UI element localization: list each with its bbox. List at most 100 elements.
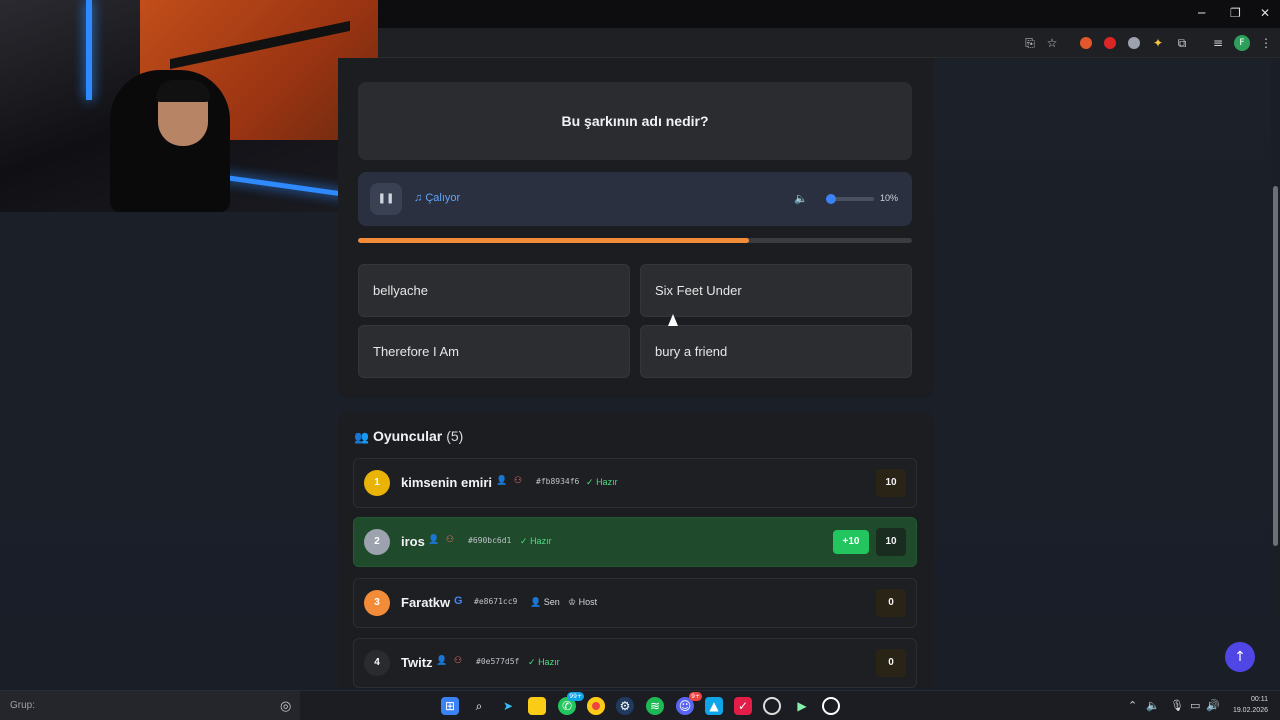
rank-badge: 1: [364, 470, 390, 496]
extension-red-icon[interactable]: [1104, 37, 1116, 49]
volume-knob[interactable]: [825, 194, 836, 204]
answer-option-2[interactable]: Six Feet Under: [640, 264, 912, 317]
windows-start-icon[interactable]: ⊞: [441, 697, 459, 715]
group-field[interactable]: Grup:: [0, 691, 300, 720]
install-app-icon[interactable]: ⎘: [1022, 35, 1038, 51]
clock-date: 19.02.2026: [1232, 707, 1268, 714]
browser-toolbar: ⎘ ☆ ✦ ⧉ ≡ F ⋮: [378, 28, 1280, 58]
players-header: 👥 Oyuncular (5): [354, 428, 463, 444]
player-score: 0: [876, 589, 906, 617]
player-name: kimsenin emiri: [401, 475, 493, 490]
music-note-icon: ♫: [414, 192, 423, 204]
player-id: #0e577d5f: [476, 657, 520, 666]
player-name: Twitz: [401, 655, 433, 670]
menu-kebab-icon[interactable]: ⋮: [1258, 35, 1274, 51]
ready-label: Hazır: [530, 536, 552, 546]
players-count: (5): [446, 428, 464, 444]
ready-label: Hazır: [538, 657, 560, 667]
chat-bubble-icon[interactable]: ◎: [280, 699, 291, 714]
tray-chevron-icon[interactable]: ⌃: [1128, 699, 1137, 712]
song-progress-bar: [358, 238, 912, 243]
bookmark-star-icon[interactable]: ☆: [1044, 35, 1060, 51]
player-name: Faratkw: [401, 595, 451, 610]
song-progress-fill: [358, 238, 750, 243]
player-row: 4 Twitz 👤 ⚇ #0e577d5f ✓ Hazır 0: [353, 638, 917, 688]
search-icon[interactable]: ⌕: [470, 697, 488, 715]
volume-slider[interactable]: [825, 194, 874, 204]
extension-leaf-icon[interactable]: ✦: [1150, 35, 1166, 51]
media-control-icon[interactable]: ≡: [1210, 35, 1226, 51]
scroll-to-top-button[interactable]: ↑: [1225, 642, 1255, 672]
answer-option-1[interactable]: bellyache: [358, 264, 630, 317]
streamlabs-icon[interactable]: ▶: [793, 697, 811, 715]
clock-time: 00:11: [1251, 696, 1268, 703]
chrome-icon[interactable]: [587, 697, 605, 715]
system-clock[interactable]: 00:11 19.02.2026: [1228, 694, 1268, 716]
telegram-icon[interactable]: ➤: [499, 697, 517, 715]
answer-label: bellyache: [373, 283, 428, 298]
speaker-icon[interactable]: 🔈: [794, 192, 808, 205]
steam-icon[interactable]: ⚙: [616, 697, 634, 715]
volume-percent: 10%: [880, 193, 899, 203]
spotify-icon[interactable]: ≋: [646, 697, 664, 715]
obs-icon[interactable]: [763, 697, 781, 715]
answer-option-3[interactable]: Therefore I Am: [358, 325, 630, 378]
page-scrollbar[interactable]: [1271, 58, 1280, 686]
volume-tray-icon[interactable]: 🔊: [1206, 699, 1220, 712]
you-tag: 👤 Sen: [530, 597, 560, 608]
check-circle-icon: ✓: [528, 657, 536, 667]
profile-avatar[interactable]: F: [1234, 35, 1250, 51]
extension-gray-icon[interactable]: [1128, 37, 1140, 49]
file-explorer-icon[interactable]: [528, 697, 546, 715]
users-icon: 👥: [354, 430, 369, 444]
bonus-points: +10: [833, 530, 869, 554]
extension-fox-icon[interactable]: [1080, 37, 1092, 49]
rank-badge: 2: [364, 529, 390, 555]
network-icon[interactable]: ▭: [1190, 699, 1200, 712]
add-friend-icon[interactable]: ⚇: [446, 535, 454, 545]
player-id: #690bc6d1: [468, 536, 512, 545]
webcam-app-icon[interactable]: [822, 697, 840, 715]
player-row: 2 iros 👤 ⚇ #690bc6d1 ✓ Hazır +10 10: [353, 517, 917, 567]
photos-icon[interactable]: ▲: [705, 697, 723, 715]
answer-option-4[interactable]: bury a friend: [640, 325, 912, 378]
question-card: Bu şarkının adı nedir?: [358, 82, 912, 160]
extensions-puzzle-icon[interactable]: ⧉: [1174, 35, 1190, 51]
player-id: #e8671cc9: [474, 597, 518, 606]
ready-status: ✓ Hazır: [586, 477, 618, 488]
audio-player: ❚❚ ♫ Çalıyor 🔈 10%: [358, 172, 912, 226]
restore-icon[interactable]: ❐: [1230, 6, 1241, 20]
close-icon[interactable]: ✕: [1260, 6, 1270, 20]
pause-button[interactable]: ❚❚: [370, 183, 402, 215]
crown-icon: ♔: [568, 597, 577, 607]
user-icon: 👤: [436, 656, 448, 666]
discord-icon[interactable]: ☺ 9+: [676, 692, 702, 715]
whatsapp-icon[interactable]: ✆ 99+: [558, 692, 584, 715]
rank-badge: 4: [364, 650, 390, 676]
add-friend-icon[interactable]: ⚇: [514, 476, 522, 486]
ready-status: ✓ Hazır: [520, 536, 552, 547]
group-label: Grup:: [10, 700, 36, 711]
pocket-icon[interactable]: ✓: [734, 697, 752, 715]
player-row: 3 Faratkw G #e8671cc9 👤 Sen ♔ Host 0: [353, 578, 917, 628]
speaker-tray-icon[interactable]: 🔈: [1146, 699, 1160, 712]
add-friend-icon[interactable]: ⚇: [454, 656, 462, 666]
webcam-overlay: [0, 0, 378, 212]
window-titlebar: ─ ❐ ✕: [378, 0, 1280, 28]
google-icon: G: [454, 595, 463, 607]
user-icon: 👤: [496, 476, 508, 486]
user-icon: 👤: [530, 597, 542, 607]
microphone-icon[interactable]: 🎙: [1170, 699, 1184, 712]
check-circle-icon: ✓: [586, 477, 594, 487]
playing-label: Çalıyor: [425, 192, 461, 204]
windows-taskbar: Grup: ◎ ⊞ ⌕ ➤ ✆ 99+ ⚙ ≋ ☺ 9+ ▲ ✓ ▶ ⌃ 🔈 🎙 ▭…: [0, 690, 1280, 720]
minimize-icon[interactable]: ─: [1198, 6, 1205, 20]
ready-status: ✓ Hazır: [528, 657, 560, 668]
question-text: Bu şarkının adı nedir?: [561, 113, 709, 129]
pause-icon: ❚❚: [377, 193, 395, 204]
scrollbar-thumb[interactable]: [1273, 186, 1278, 546]
playing-status: ♫ Çalıyor: [414, 192, 460, 204]
arrow-up-icon: ↑: [1234, 649, 1246, 665]
player-name: iros: [401, 534, 425, 549]
you-label: Sen: [543, 597, 560, 607]
